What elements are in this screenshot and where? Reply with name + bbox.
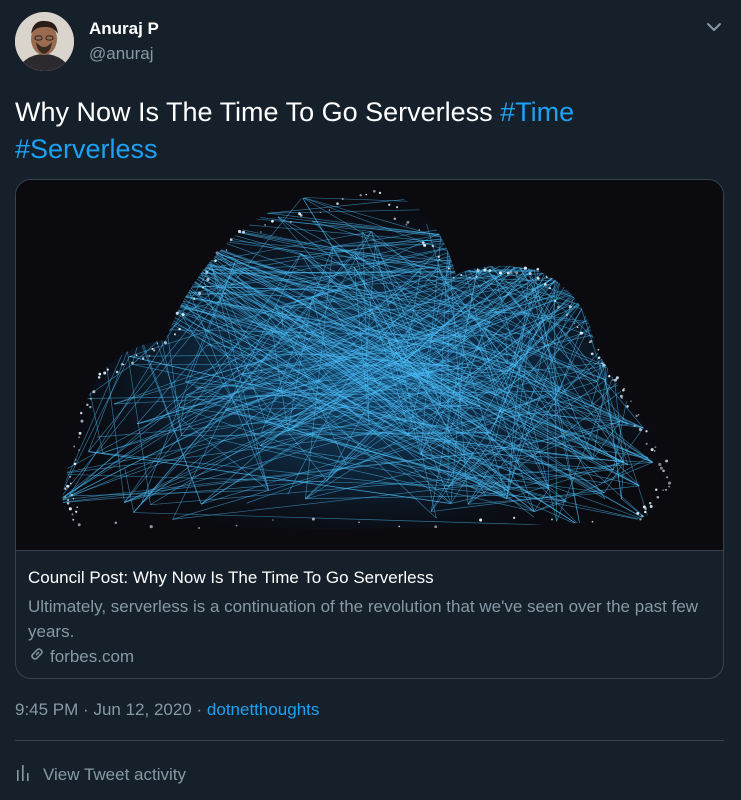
link-card[interactable]: Council Post: Why Now Is The Time To Go … bbox=[15, 179, 724, 679]
tweet-date[interactable]: Jun 12, 2020 bbox=[93, 700, 191, 719]
hashtag-serverless[interactable]: #Serverless bbox=[15, 134, 158, 164]
card-domain-label: forbes.com bbox=[50, 646, 135, 666]
card-body: Council Post: Why Now Is The Time To Go … bbox=[16, 550, 723, 678]
tweet-meta: 9:45 PM · Jun 12, 2020 · dotnetthoughts bbox=[15, 700, 319, 720]
link-icon bbox=[28, 645, 46, 668]
meta-separator: · bbox=[83, 700, 89, 719]
tweet-time[interactable]: 9:45 PM bbox=[15, 700, 78, 719]
bar-chart-icon bbox=[15, 762, 33, 787]
tweet-source[interactable]: dotnetthoughts bbox=[207, 700, 319, 719]
tweet-text: Why Now Is The Time To Go Serverless #Ti… bbox=[15, 94, 715, 168]
view-activity-button[interactable]: View Tweet activity bbox=[15, 762, 186, 787]
card-image[interactable] bbox=[16, 180, 723, 550]
divider bbox=[15, 740, 724, 741]
author-handle[interactable]: @anuraj bbox=[89, 44, 154, 64]
card-title[interactable]: Council Post: Why Now Is The Time To Go … bbox=[28, 568, 434, 588]
chevron-down-icon[interactable] bbox=[701, 14, 727, 40]
card-domain[interactable]: forbes.com bbox=[28, 645, 134, 668]
hashtag-time[interactable]: #Time bbox=[500, 97, 574, 127]
tweet-body: Why Now Is The Time To Go Serverless bbox=[15, 97, 493, 127]
avatar[interactable] bbox=[15, 12, 74, 71]
tweet-header: Anuraj P @anuraj bbox=[15, 12, 727, 72]
card-description: Ultimately, serverless is a continuation… bbox=[28, 597, 699, 641]
author-name[interactable]: Anuraj P bbox=[89, 19, 159, 39]
meta-separator: · bbox=[196, 700, 203, 719]
view-activity-label: View Tweet activity bbox=[43, 764, 186, 784]
